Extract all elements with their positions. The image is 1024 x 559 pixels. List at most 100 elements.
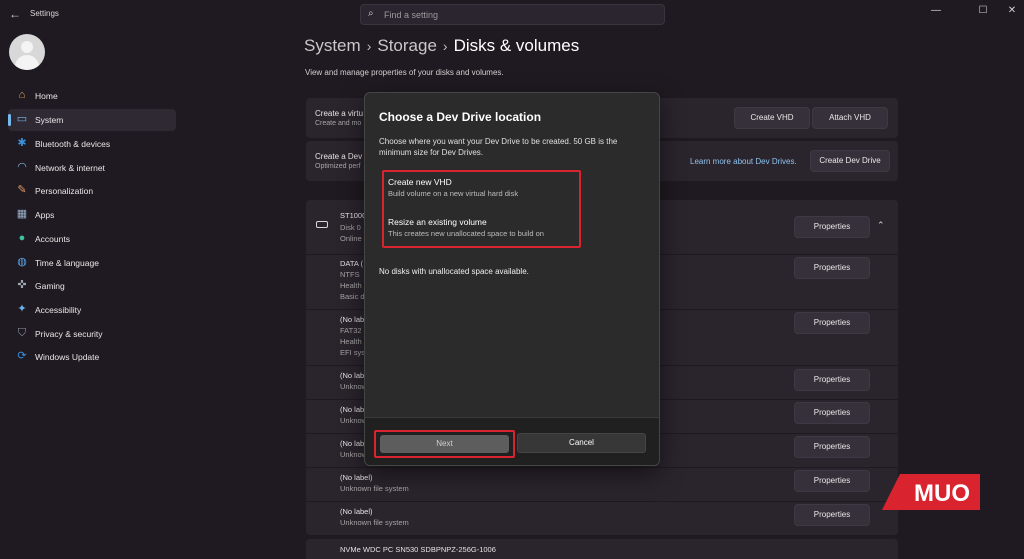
disk-properties-button[interactable]: Properties <box>794 216 870 238</box>
sidebar-item-home[interactable]: ⌂ Home <box>8 85 176 107</box>
watermark-text: MUO <box>914 480 970 507</box>
back-arrow-icon[interactable]: ← <box>9 7 21 21</box>
dialog-footer: Next Cancel <box>365 417 659 465</box>
dialog-title: Choose a Dev Drive location <box>379 110 542 124</box>
sidebar-item-system[interactable]: ▭ System <box>8 109 176 131</box>
next-highlight: Next <box>374 430 515 458</box>
wifi-icon: ◠ <box>17 161 27 173</box>
search-icon: ⌕ <box>368 8 374 19</box>
disk-number: Disk 0 <box>340 223 361 232</box>
sidebar-item-label: Accessibility <box>35 305 82 315</box>
gamepad-icon: ✜ <box>17 279 27 291</box>
breadcrumb-storage[interactable]: Storage <box>377 36 437 55</box>
volume-line: NTFS <box>340 270 360 279</box>
volume-line: Unknown file system <box>340 518 409 527</box>
sidebar-item-accounts[interactable]: ● Accounts <box>8 228 176 250</box>
app-title: Settings <box>30 9 59 18</box>
sidebar-item-label: Gaming <box>35 281 65 291</box>
avatar-body-shape <box>15 55 39 70</box>
option-create-vhd[interactable]: Create new VHD Build volume on a new vir… <box>388 177 578 198</box>
sidebar-item-label: Network & internet <box>35 163 105 173</box>
brush-icon: ✎ <box>17 184 27 196</box>
cancel-button[interactable]: Cancel <box>517 433 646 453</box>
option-resize-volume[interactable]: Resize an existing volume This creates n… <box>388 217 578 238</box>
search-placeholder: Find a setting <box>384 10 439 20</box>
chevron-right-icon: › <box>366 38 372 54</box>
sidebar-item-label: Accounts <box>35 234 70 244</box>
create-dev-drive-button[interactable]: Create Dev Drive <box>810 150 890 172</box>
option-subtitle: Build volume on a new virtual hard disk <box>388 189 519 198</box>
chevron-right-icon: › <box>442 38 448 54</box>
minimize-button[interactable]: — <box>926 5 946 16</box>
volume-properties-button[interactable]: Properties <box>794 504 870 526</box>
dev-drive-card-title: Create a Dev <box>315 152 363 161</box>
sidebar-item-label: System <box>35 115 64 125</box>
sidebar-item-windows-update[interactable]: ⟳ Windows Update <box>8 346 176 368</box>
volume-properties-button[interactable]: Properties <box>794 436 870 458</box>
active-indicator <box>8 114 11 126</box>
vhd-card-title: Create a virtu <box>315 109 364 118</box>
accessibility-icon: ✦ <box>17 303 27 315</box>
volume-properties-button[interactable]: Properties <box>794 402 870 424</box>
sidebar-item-label: Time & language <box>35 258 99 268</box>
volume-line: Basic d <box>340 292 365 301</box>
bluetooth-icon: ✱ <box>17 137 27 149</box>
avatar-head-shape <box>21 41 33 53</box>
sidebar-item-network[interactable]: ◠ Network & internet <box>8 157 176 179</box>
dev-drive-location-dialog: Choose a Dev Drive location Choose where… <box>364 92 660 466</box>
sidebar-item-bluetooth[interactable]: ✱ Bluetooth & devices <box>8 133 176 155</box>
avatar[interactable] <box>9 34 45 70</box>
page-description: View and manage properties of your disks… <box>305 68 504 77</box>
volume-line: Health <box>340 337 362 346</box>
next-button[interactable]: Next <box>380 435 509 453</box>
volume-line: Unknown file system <box>340 484 409 493</box>
volume-properties-button[interactable]: Properties <box>794 369 870 391</box>
disk-name: ST1000 <box>340 211 367 220</box>
globe-icon: ◍ <box>17 256 27 268</box>
attach-vhd-button[interactable]: Attach VHD <box>812 107 888 129</box>
sidebar-item-gaming[interactable]: ✜ Gaming <box>8 275 176 297</box>
create-vhd-button[interactable]: Create VHD <box>734 107 810 129</box>
sidebar-item-label: Apps <box>35 210 55 220</box>
sidebar-item-label: Windows Update <box>35 352 100 362</box>
sidebar-item-label: Personalization <box>35 186 94 196</box>
disk-header[interactable]: NVMe WDC PC SN530 SDBPNPZ-256G-1006 <box>306 539 898 559</box>
sidebar-item-accessibility[interactable]: ✦ Accessibility <box>8 299 176 321</box>
volume-properties-button[interactable]: Properties <box>794 312 870 334</box>
shield-icon: ⛉ <box>17 327 27 339</box>
sidebar-item-personalization[interactable]: ✎ Personalization <box>8 180 176 202</box>
dev-drive-card-subtitle: Optimized perf <box>315 163 361 170</box>
accounts-icon: ● <box>18 232 26 244</box>
volume-line: (No label) <box>340 507 373 516</box>
option-title: Create new VHD <box>388 177 452 187</box>
breadcrumb-system[interactable]: System <box>304 36 361 55</box>
volume-line: Health <box>340 281 362 290</box>
volume-line: FAT32 <box>340 326 362 335</box>
apps-icon: ▦ <box>16 208 28 220</box>
volume-line: DATA ( <box>340 259 364 268</box>
sidebar-item-time-language[interactable]: ◍ Time & language <box>8 252 176 274</box>
learn-more-link[interactable]: Learn more about Dev Drives. <box>690 157 797 166</box>
options-highlight: Create new VHD Build volume on a new vir… <box>382 170 581 248</box>
sidebar-item-label: Bluetooth & devices <box>35 139 111 149</box>
drive-icon <box>316 221 328 228</box>
dialog-description: Choose where you want your Dev Drive to … <box>379 137 618 157</box>
sidebar-item-apps[interactable]: ▦ Apps <box>8 204 176 226</box>
volume-line: (No label) <box>340 473 373 482</box>
title-bar: ← Settings ⌕ Find a setting — ☐ ✕ <box>0 0 1024 30</box>
maximize-button[interactable]: ☐ <box>973 5 993 16</box>
disk-status: Online <box>340 234 362 243</box>
volume-properties-button[interactable]: Properties <box>794 257 870 279</box>
option-title: Resize an existing volume <box>388 217 487 227</box>
close-button[interactable]: ✕ <box>1002 5 1022 16</box>
chevron-up-icon[interactable]: ⌃ <box>877 220 885 231</box>
sidebar-item-privacy[interactable]: ⛉ Privacy & security <box>8 323 176 345</box>
sidebar-item-label: Home <box>35 91 58 101</box>
no-unallocated-space-note: No disks with unallocated space availabl… <box>379 267 529 276</box>
sidebar-item-label: Privacy & security <box>35 329 103 339</box>
vhd-card-subtitle: Create and mo <box>315 120 362 127</box>
disk-name: NVMe WDC PC SN530 SDBPNPZ-256G-1006 <box>340 545 496 554</box>
breadcrumb: System › Storage › Disks & volumes <box>304 36 579 56</box>
search-input[interactable]: ⌕ Find a setting <box>360 4 665 25</box>
volume-properties-button[interactable]: Properties <box>794 470 870 492</box>
